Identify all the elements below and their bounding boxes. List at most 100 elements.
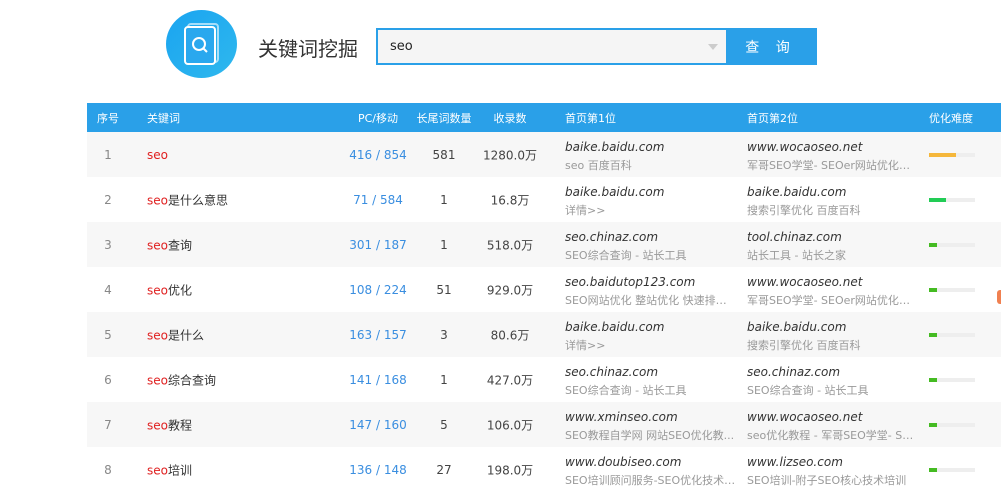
pc-mobile-link[interactable]: 71 / 584	[353, 193, 403, 207]
col-header-longtail: 长尾词数量	[416, 111, 472, 125]
side-tab-handle[interactable]	[997, 290, 1001, 304]
keyword-link[interactable]: seo是什么意思	[147, 191, 228, 208]
keyword-link[interactable]: seo是什么	[147, 326, 204, 343]
difficulty-fill	[929, 468, 938, 472]
difficulty-bar	[929, 378, 975, 382]
indexed-count: 1280.0万	[483, 148, 537, 162]
longtail-count: 5	[440, 417, 448, 432]
rank1-site[interactable]: baike.baidu.com	[565, 185, 664, 199]
keyword-highlight: seo	[147, 463, 168, 477]
rank2-site[interactable]: www.wocaoseo.net	[747, 410, 862, 424]
rank2-site[interactable]: tool.chinaz.com	[747, 230, 842, 244]
keyword-highlight: seo	[147, 238, 168, 252]
row-number: 6	[104, 372, 112, 387]
row-number: 1	[104, 147, 112, 162]
rank1-site[interactable]: www.xminseo.com	[565, 410, 678, 424]
difficulty-bar	[929, 198, 975, 202]
indexed-count: 518.0万	[486, 238, 534, 252]
pc-mobile-link[interactable]: 147 / 160	[349, 418, 406, 432]
indexed-count: 80.6万	[490, 328, 530, 342]
rank1-desc: 详情>>	[565, 204, 606, 217]
keyword-highlight: seo	[147, 283, 168, 297]
keyword-link[interactable]: seo培训	[147, 461, 192, 478]
table-row: 7 seo教程 147 / 160 5 106.0万 www.xminseo.c…	[87, 402, 1001, 447]
longtail-count: 1	[440, 372, 448, 387]
table-row: 5 seo是什么 163 / 157 3 80.6万 baike.baidu.c…	[87, 312, 1001, 357]
rank1-site[interactable]: baike.baidu.com	[565, 320, 664, 334]
col-header-pc-mobile: PC/移动	[357, 111, 399, 125]
row-number: 4	[104, 282, 112, 297]
rank1-desc: 详情>>	[565, 339, 606, 352]
col-header-rank1: 首页第1位	[565, 111, 616, 125]
pc-mobile-link[interactable]: 136 / 148	[349, 463, 406, 477]
keyword-link[interactable]: seo	[147, 148, 168, 162]
rank1-desc: SEO网站优化 整站优化 快速排名...	[565, 294, 737, 307]
keyword-rest: 是什么	[167, 328, 204, 342]
indexed-count: 427.0万	[486, 373, 534, 387]
table-row: 1 seo 416 / 854 581 1280.0万 baike.baidu.…	[87, 132, 1001, 177]
rank1-site[interactable]: www.doubiseo.com	[565, 455, 681, 469]
difficulty-bar	[929, 468, 975, 472]
longtail-count: 1	[440, 192, 448, 207]
rank2-desc: SEO培训-附子SEO核心技术培训	[747, 474, 907, 487]
indexed-count: 106.0万	[486, 418, 534, 432]
col-header-no: 序号	[97, 111, 119, 125]
keyword-link[interactable]: seo综合查询	[147, 371, 216, 388]
longtail-count: 27	[436, 462, 452, 477]
table-row: 2 seo是什么意思 71 / 584 1 16.8万 baike.baidu.…	[87, 177, 1001, 222]
keyword-link[interactable]: seo查询	[147, 236, 192, 253]
rank1-site[interactable]: seo.chinaz.com	[565, 230, 658, 244]
dropdown-arrow-icon[interactable]	[708, 44, 718, 50]
search-input[interactable]	[378, 30, 726, 63]
rank1-site[interactable]: seo.chinaz.com	[565, 365, 658, 379]
table-row: 6 seo综合查询 141 / 168 1 427.0万 seo.chinaz.…	[87, 357, 1001, 402]
rank2-desc: 搜索引擎优化 百度百科	[747, 339, 861, 352]
page-title: 关键词挖掘	[258, 37, 358, 61]
difficulty-bar	[929, 153, 975, 157]
rank2-site[interactable]: baike.baidu.com	[747, 185, 846, 199]
col-header-rank2: 首页第2位	[747, 111, 798, 125]
indexed-count: 198.0万	[486, 463, 534, 477]
rank1-desc: SEO教程自学网 网站SEO优化教...	[565, 429, 735, 442]
pc-mobile-link[interactable]: 141 / 168	[349, 373, 406, 387]
difficulty-fill	[929, 288, 938, 292]
difficulty-bar	[929, 288, 975, 292]
keyword-link[interactable]: seo优化	[147, 281, 192, 298]
rank1-desc: SEO综合查询 - 站长工具	[565, 249, 687, 262]
keyword-link[interactable]: seo教程	[147, 416, 192, 433]
rank2-site[interactable]: seo.chinaz.com	[747, 365, 840, 379]
col-header-difficulty: 优化难度	[929, 111, 973, 125]
keyword-rest: 查询	[167, 238, 192, 252]
keyword-table: 序号 关键词 PC/移动 长尾词数量 收录数 首页第1位 首页第2位 优化难度 …	[87, 103, 1001, 492]
rank1-site[interactable]: baike.baidu.com	[565, 140, 664, 154]
col-header-keyword: 关键词	[147, 111, 180, 125]
rank2-site[interactable]: baike.baidu.com	[747, 320, 846, 334]
keyword-highlight: seo	[147, 193, 168, 207]
rank2-site[interactable]: www.wocaoseo.net	[747, 140, 862, 154]
longtail-count: 3	[440, 327, 448, 342]
rank1-site[interactable]: seo.baidutop123.com	[565, 275, 695, 289]
table-row: 4 seo优化 108 / 224 51 929.0万 seo.baidutop…	[87, 267, 1001, 312]
keyword-rest: 是什么意思	[167, 193, 228, 207]
difficulty-fill	[929, 153, 956, 157]
app-logo	[166, 10, 237, 78]
difficulty-fill	[929, 378, 938, 382]
longtail-count: 581	[432, 147, 456, 162]
col-header-indexed: 收录数	[493, 111, 527, 125]
rank2-desc: SEO综合查询 - 站长工具	[747, 384, 869, 397]
pc-mobile-link[interactable]: 416 / 854	[349, 148, 406, 162]
search-button[interactable]: 查 询	[726, 30, 815, 63]
pc-mobile-link[interactable]: 108 / 224	[349, 283, 406, 297]
pc-mobile-link[interactable]: 163 / 157	[349, 328, 406, 342]
keyword-rest: 综合查询	[167, 373, 216, 387]
difficulty-bar	[929, 243, 975, 247]
difficulty-bar	[929, 333, 975, 337]
rank2-site[interactable]: www.wocaoseo.net	[747, 275, 862, 289]
indexed-count: 929.0万	[486, 283, 534, 297]
rank1-desc: SEO综合查询 - 站长工具	[565, 384, 687, 397]
pc-mobile-link[interactable]: 301 / 187	[349, 238, 406, 252]
row-number: 8	[104, 462, 112, 477]
keyword-highlight: seo	[147, 147, 168, 162]
table-row: 8 seo培训 136 / 148 27 198.0万 www.doubiseo…	[87, 447, 1001, 492]
rank2-site[interactable]: www.lizseo.com	[747, 455, 843, 469]
